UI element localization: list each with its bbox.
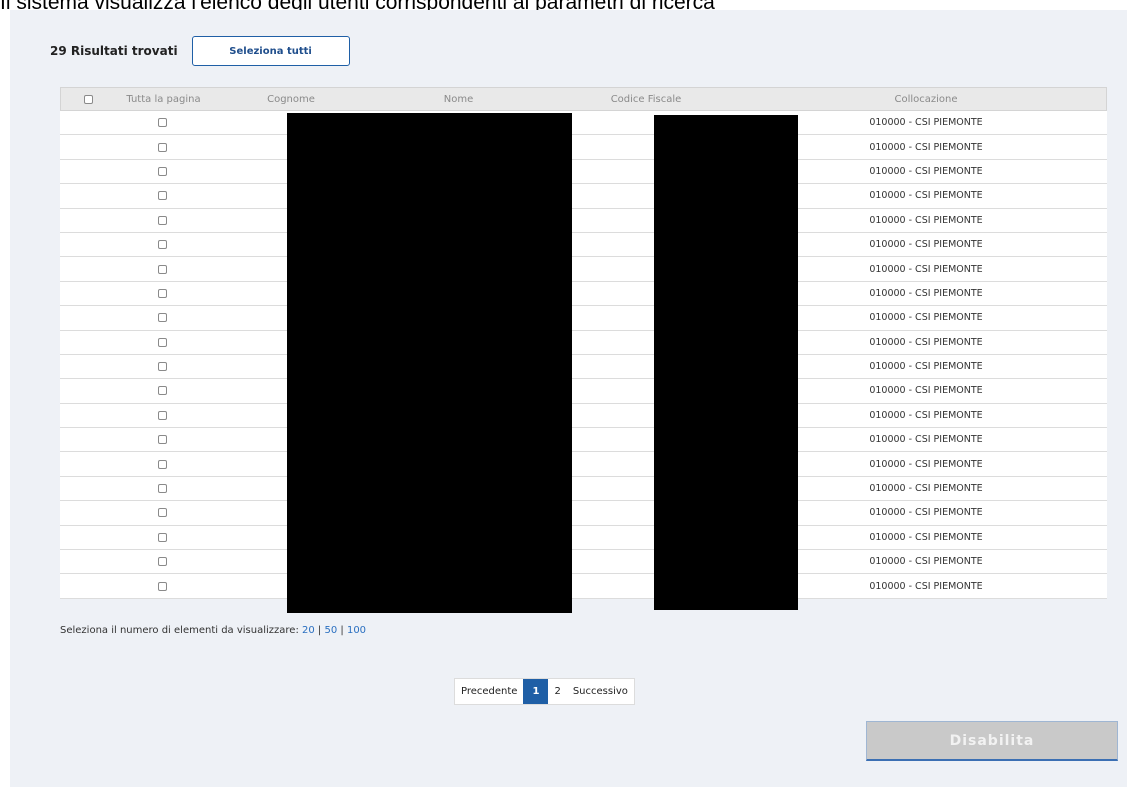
table-body: 010000 - CSI PIEMONTE 010000 - CSI PIEMON… — [60, 111, 1107, 599]
cell-collocazione: 010000 - CSI PIEMONTE — [869, 409, 983, 421]
pagination-page-1[interactable]: 1 — [523, 679, 549, 704]
column-header-codice-fiscale: Codice Fiscale — [610, 93, 682, 105]
cell-collocazione: 010000 - CSI PIEMONTE — [869, 556, 983, 568]
table-row: 010000 - CSI PIEMONTE — [60, 501, 1107, 526]
row-checkbox[interactable] — [158, 191, 167, 201]
row-checkbox[interactable] — [158, 410, 167, 420]
results-bar: 29 Risultati trovati Seleziona tutti — [50, 36, 350, 66]
table-row: 010000 - CSI PIEMONTE — [60, 452, 1107, 477]
row-checkbox[interactable] — [158, 264, 167, 274]
table-row: 010000 - CSI PIEMONTE — [60, 428, 1107, 453]
cell-collocazione: 010000 - CSI PIEMONTE — [869, 165, 983, 177]
row-checkbox[interactable] — [158, 240, 167, 250]
column-header-collocazione: Collocazione — [894, 93, 958, 105]
table-row: 010000 - CSI PIEMONTE — [60, 184, 1107, 209]
table-row: 010000 - CSI PIEMONTE — [60, 403, 1107, 429]
per-page-option-20[interactable]: 20 — [302, 625, 315, 636]
pagination-previous[interactable]: Precedente — [455, 679, 523, 704]
cell-collocazione: 010000 - CSI PIEMONTE — [869, 239, 983, 251]
table-row: 010000 - CSI PIEMONTE — [60, 281, 1107, 307]
table-row: 010000 - CSI PIEMONTE — [60, 111, 1107, 136]
cell-collocazione: 010000 - CSI PIEMONTE — [869, 214, 983, 226]
table-row: 010000 - CSI PIEMONTE — [60, 208, 1107, 233]
row-checkbox[interactable] — [158, 581, 167, 591]
row-checkbox[interactable] — [158, 166, 167, 176]
table-row: 010000 - CSI PIEMONTE — [60, 525, 1107, 551]
redaction-block-fiscal-code — [654, 115, 798, 610]
row-checkbox[interactable] — [158, 337, 167, 347]
table-row: 010000 - CSI PIEMONTE — [60, 306, 1107, 331]
column-header-nome: Nome — [443, 93, 474, 105]
table-row: 010000 - CSI PIEMONTE — [60, 257, 1107, 282]
cell-collocazione: 010000 - CSI PIEMONTE — [869, 117, 983, 129]
row-checkbox[interactable] — [158, 508, 167, 518]
cell-collocazione: 010000 - CSI PIEMONTE — [869, 483, 983, 495]
cell-collocazione: 010000 - CSI PIEMONTE — [869, 312, 983, 324]
select-page-checkbox[interactable] — [84, 94, 93, 104]
cell-collocazione: 010000 - CSI PIEMONTE — [869, 458, 983, 470]
per-page-selector: Seleziona il numero di elementi da visua… — [60, 625, 366, 636]
row-checkbox[interactable] — [158, 313, 167, 323]
table-row: 010000 - CSI PIEMONTE — [60, 574, 1107, 599]
cell-collocazione: 010000 - CSI PIEMONTE — [869, 361, 983, 373]
table-row: 010000 - CSI PIEMONTE — [60, 330, 1107, 355]
cell-collocazione: 010000 - CSI PIEMONTE — [869, 190, 983, 202]
table-row: 010000 - CSI PIEMONTE — [60, 354, 1107, 380]
pagination: Precedente 1 2 Successivo — [454, 678, 635, 705]
cell-collocazione: 010000 - CSI PIEMONTE — [869, 580, 983, 592]
per-page-label: Seleziona il numero di elementi da visua… — [60, 625, 303, 636]
table-row: 010000 - CSI PIEMONTE — [60, 550, 1107, 575]
row-checkbox[interactable] — [158, 118, 167, 128]
results-count: 29 Risultati trovati — [50, 44, 178, 58]
cell-collocazione: 010000 - CSI PIEMONTE — [869, 434, 983, 446]
row-checkbox[interactable] — [158, 484, 167, 494]
per-page-separator: | — [337, 625, 347, 636]
users-table: Tutta la pagina Cognome Nome Codice Fisc… — [60, 87, 1107, 599]
pagination-page-2[interactable]: 2 — [548, 679, 566, 704]
pagination-next[interactable]: Successivo — [567, 679, 634, 704]
table-row: 010000 - CSI PIEMONTE — [60, 159, 1107, 185]
cell-collocazione: 010000 - CSI PIEMONTE — [869, 336, 983, 348]
row-checkbox[interactable] — [158, 386, 167, 396]
row-checkbox[interactable] — [158, 557, 167, 567]
per-page-option-50[interactable]: 50 — [324, 625, 337, 636]
table-row: 010000 - CSI PIEMONTE — [60, 135, 1107, 160]
redaction-block-names — [287, 113, 572, 613]
cell-collocazione: 010000 - CSI PIEMONTE — [869, 263, 983, 275]
table-row: 010000 - CSI PIEMONTE — [60, 379, 1107, 404]
row-checkbox[interactable] — [158, 215, 167, 225]
cell-collocazione: 010000 - CSI PIEMONTE — [869, 287, 983, 299]
cell-collocazione: 010000 - CSI PIEMONTE — [869, 385, 983, 397]
table-row: 010000 - CSI PIEMONTE — [60, 232, 1107, 258]
column-header-page: Tutta la pagina — [126, 93, 201, 105]
cell-collocazione: 010000 - CSI PIEMONTE — [869, 507, 983, 519]
select-all-button[interactable]: Seleziona tutti — [191, 36, 350, 66]
row-checkbox[interactable] — [158, 435, 167, 445]
row-checkbox[interactable] — [158, 362, 167, 372]
disable-button[interactable]: Disabilita — [866, 721, 1118, 761]
per-page-option-100[interactable]: 100 — [347, 625, 366, 636]
table-row: 010000 - CSI PIEMONTE — [60, 476, 1107, 502]
cell-collocazione: 010000 - CSI PIEMONTE — [869, 531, 983, 543]
row-checkbox[interactable] — [158, 532, 167, 542]
row-checkbox[interactable] — [158, 288, 167, 298]
row-checkbox[interactable] — [158, 142, 167, 152]
row-checkbox[interactable] — [158, 459, 167, 469]
table-header: Tutta la pagina Cognome Nome Codice Fisc… — [60, 87, 1107, 111]
cell-collocazione: 010000 - CSI PIEMONTE — [869, 141, 983, 153]
column-header-cognome: Cognome — [267, 93, 315, 105]
